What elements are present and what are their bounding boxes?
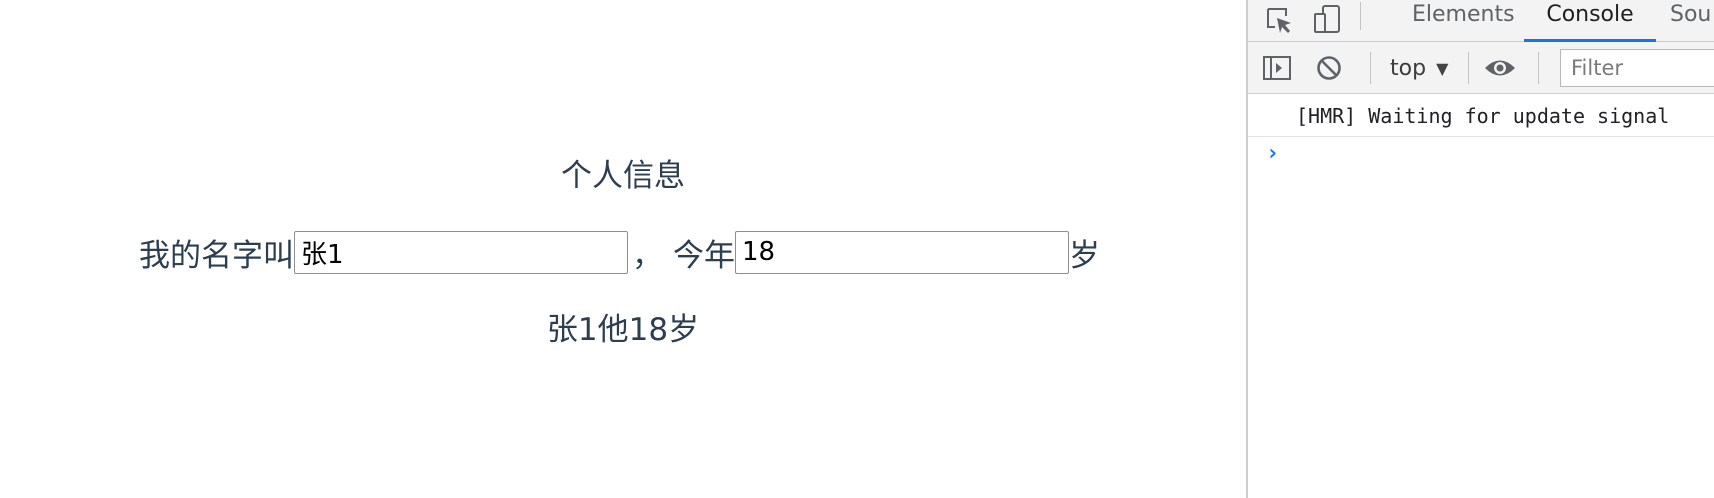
console-toolbar: top ▼ xyxy=(1248,42,1714,94)
age-suffix: 岁 xyxy=(1069,237,1100,274)
prompt-chevron-icon[interactable]: › xyxy=(1266,141,1279,166)
inspect-element-icon[interactable] xyxy=(1262,2,1296,38)
tab-console[interactable]: Console xyxy=(1524,0,1656,42)
devtools-panel: Elements Console Sou top ▼ Filter [HMR] … xyxy=(1246,0,1714,498)
comma-separator: ， xyxy=(632,237,663,274)
toolbar-divider xyxy=(1538,52,1539,84)
age-input[interactable] xyxy=(735,230,1069,274)
context-label: top xyxy=(1390,55,1427,81)
console-output: [HMR] Waiting for update signal › xyxy=(1248,95,1714,498)
page-title: 个人信息 xyxy=(561,158,685,194)
info-form-row: 我的名字叫 ， 今年 岁 xyxy=(139,230,1100,274)
toolbar-divider xyxy=(1370,52,1371,84)
summary-text: 张1他18岁 xyxy=(546,312,700,348)
name-input[interactable] xyxy=(294,230,628,274)
clear-console-icon[interactable] xyxy=(1312,50,1346,86)
sidebar-toggle-icon[interactable] xyxy=(1260,50,1294,86)
tabbar-divider xyxy=(1360,2,1361,30)
toolbar-divider xyxy=(1468,52,1469,84)
eye-icon[interactable] xyxy=(1480,50,1520,86)
age-label: 今年 xyxy=(673,237,735,274)
caret-down-icon: ▼ xyxy=(1436,58,1449,78)
device-toggle-icon[interactable] xyxy=(1310,2,1344,38)
console-message: [HMR] Waiting for update signal xyxy=(1248,95,1714,137)
name-label: 我的名字叫 xyxy=(139,237,294,274)
context-selector[interactable]: top ▼ xyxy=(1390,52,1448,84)
filter-input[interactable] xyxy=(1560,49,1714,87)
devtools-tabbar: Elements Console Sou xyxy=(1248,0,1714,42)
tab-elements[interactable]: Elements xyxy=(1408,0,1519,42)
tab-sources[interactable]: Sou xyxy=(1666,0,1714,42)
app-page: 个人信息 我的名字叫 ， 今年 岁 张1他18岁 xyxy=(0,0,1246,498)
